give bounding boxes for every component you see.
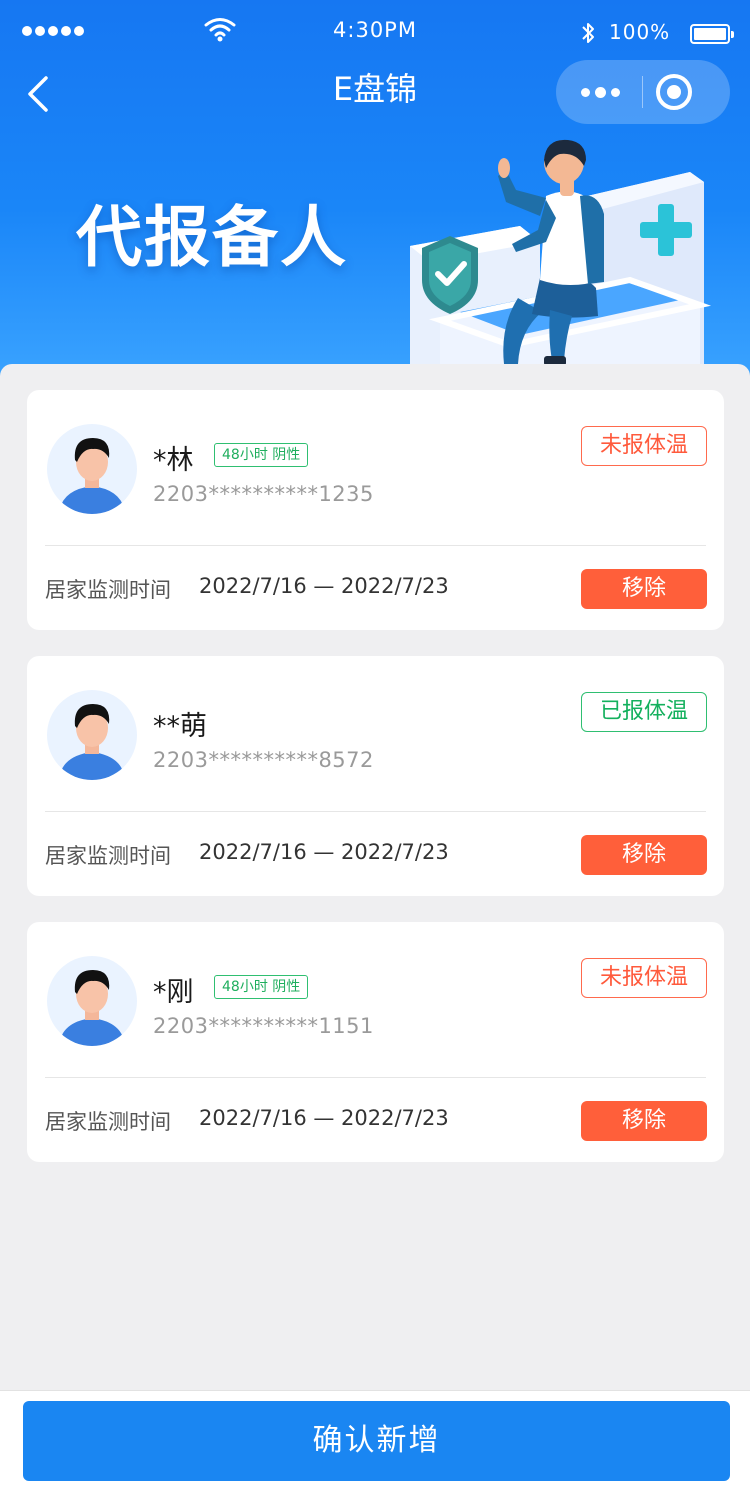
person-card: *刚 48小时 阴性 2203**********1151 未报体温 居家监测时… [27, 922, 724, 1162]
confirm-add-button[interactable]: 确认新增 [23, 1401, 730, 1481]
card-divider [45, 545, 706, 546]
content-sheet: *林 48小时 阴性 2203**********1235 未报体温 居家监测时… [0, 364, 750, 1394]
remove-button[interactable]: 移除 [581, 1101, 707, 1141]
close-miniprogram-icon[interactable] [656, 74, 692, 110]
temperature-status-badge: 未报体温 [581, 426, 707, 466]
banner-illustration [410, 139, 712, 370]
avatar [47, 956, 137, 1046]
id-number: 2203**********8572 [153, 748, 374, 772]
avatar [47, 424, 137, 514]
monitor-label: 居家监测时间 [45, 1110, 171, 1134]
temperature-status-badge: 已报体温 [581, 692, 707, 732]
more-menu-icon[interactable] [570, 60, 630, 124]
bluetooth-icon [582, 23, 594, 43]
test-result-tag: 48小时 阴性 [214, 975, 309, 999]
person-name: *刚 [153, 977, 194, 1008]
card-divider [45, 1077, 706, 1078]
miniprogram-capsule [556, 60, 730, 124]
monitor-label: 居家监测时间 [45, 578, 171, 602]
remove-button[interactable]: 移除 [581, 835, 707, 875]
temperature-status-badge: 未报体温 [581, 958, 707, 998]
bottom-bar: 确认新增 [0, 1390, 750, 1504]
banner-title: 代报备人 [76, 198, 348, 276]
monitor-date-range: 2022/7/16 — 2022/7/23 [199, 1106, 449, 1130]
capsule-divider [642, 76, 643, 108]
battery-icon [690, 24, 734, 44]
test-result-tag: 48小时 阴性 [214, 443, 309, 467]
header-banner: 4:30PM 100% E盘锦 代报备人 [0, 0, 750, 380]
person-name: **萌 [153, 711, 207, 742]
monitor-date-range: 2022/7/16 — 2022/7/23 [199, 840, 449, 864]
remove-button[interactable]: 移除 [581, 569, 707, 609]
battery-percent: 100% [609, 20, 671, 44]
id-number: 2203**********1151 [153, 1014, 374, 1038]
card-divider [45, 811, 706, 812]
person-card: *林 48小时 阴性 2203**********1235 未报体温 居家监测时… [27, 390, 724, 630]
avatar [47, 690, 137, 780]
person-name: *林 [153, 445, 194, 476]
monitor-date-range: 2022/7/16 — 2022/7/23 [199, 574, 449, 598]
person-card: **萌 2203**********8572 已报体温 居家监测时间 2022/… [27, 656, 724, 896]
status-bar: 4:30PM 100% [0, 14, 750, 50]
monitor-label: 居家监测时间 [45, 844, 171, 868]
id-number: 2203**********1235 [153, 482, 374, 506]
